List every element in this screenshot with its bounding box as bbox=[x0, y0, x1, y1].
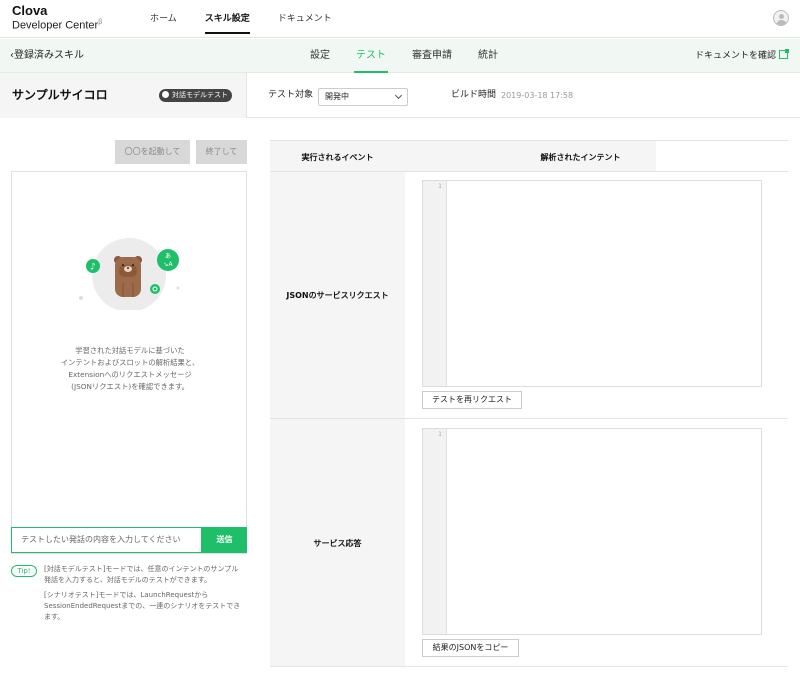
column-header-intent: 解析されたインテント bbox=[540, 153, 621, 162]
tip-line: [シナリオテスト]モードでは、LaunchRequestから bbox=[44, 591, 209, 599]
divider bbox=[270, 140, 788, 141]
documentation-link[interactable]: ドキュメントを確認 bbox=[694, 39, 789, 73]
toggle-knob-icon bbox=[162, 91, 169, 98]
clova-logo[interactable]: Clova Developer Centerβ bbox=[12, 3, 103, 32]
row-label-service-response: サービス応答 bbox=[313, 539, 362, 548]
description-line: 学習された対話モデルに基づいた bbox=[75, 346, 185, 355]
description-line: Extensionへのリクエストメッセージ bbox=[68, 370, 192, 379]
svg-text:あ: あ bbox=[165, 253, 171, 260]
service-request-editor[interactable]: 1 bbox=[422, 180, 762, 387]
tab-list: 設定 テスト 審査申請 統計 bbox=[310, 39, 524, 73]
tip-text-scenario-mode: [シナリオテスト]モードでは、LaunchRequestから SessionEn… bbox=[44, 590, 249, 623]
tip-line: 発話を入力すると、対話モデルのテストができます。 bbox=[44, 576, 212, 584]
column-header-event: 実行されるイベント bbox=[301, 153, 374, 162]
description-line: (JSONリクエスト)を確認できます。 bbox=[71, 382, 189, 391]
divider bbox=[270, 666, 788, 667]
line-number-gutter: 1 bbox=[423, 429, 447, 634]
service-response-editor[interactable]: 1 bbox=[422, 428, 762, 635]
logo-sub-text: Developer Centerβ bbox=[12, 19, 103, 32]
brown-bear-illustration: ♪ あ ↘A bbox=[79, 238, 180, 310]
description-line: インテントおよびスロットの解析結果と、 bbox=[60, 358, 200, 367]
documentation-link-label: ドキュメントを確認 bbox=[694, 51, 776, 61]
svg-text:♪: ♪ bbox=[90, 263, 96, 273]
tip-line: ます。 bbox=[44, 613, 65, 621]
skill-title-panel: サンプルサイコロ 対話モデルテスト bbox=[0, 73, 247, 118]
divider bbox=[270, 418, 788, 419]
event-column-bg bbox=[270, 140, 405, 667]
logo-main-text: Clova bbox=[12, 3, 48, 18]
test-target-select[interactable]: 開発中 bbox=[318, 88, 408, 106]
top-header: Clova Developer Centerβ ホーム スキル設定 ドキュメント bbox=[0, 0, 800, 38]
tab-test[interactable]: テスト bbox=[354, 39, 388, 73]
test-target-label: テスト対象 bbox=[268, 90, 314, 100]
tip-badge: Tip! bbox=[11, 565, 37, 577]
end-button[interactable]: 終了して bbox=[196, 140, 247, 164]
tab-review[interactable]: 審査申請 bbox=[412, 39, 452, 73]
back-link-label: 登録済みスキル bbox=[14, 50, 84, 61]
nav-skill-settings[interactable]: スキル設定 bbox=[204, 0, 250, 38]
sub-nav-bar: ‹登録済みスキル 設定 テスト 審査申請 統計 ドキュメントを確認 bbox=[0, 39, 800, 73]
row-label-service-request: JSONのサービスリクエスト bbox=[286, 291, 389, 300]
utterance-input[interactable]: テストしたい発話の内容を入力してください bbox=[11, 527, 202, 553]
build-time-value: 2019-03-18 17:58 bbox=[501, 91, 574, 100]
chevron-down-icon bbox=[394, 91, 403, 100]
svg-text:↘A: ↘A bbox=[163, 261, 173, 268]
divider bbox=[270, 171, 788, 172]
nav-home[interactable]: ホーム bbox=[150, 0, 177, 38]
global-nav: ホーム スキル設定 ドキュメント bbox=[150, 0, 360, 38]
copy-json-button[interactable]: 結果のJSONをコピー bbox=[422, 639, 519, 657]
tip-line: [対話モデルテスト]モードでは、任意のインテントのサンプル bbox=[44, 565, 239, 573]
tip-line: SessionEndedRequestまでの、一連のシナリオをテストでき bbox=[44, 602, 241, 610]
back-link[interactable]: ‹登録済みスキル bbox=[10, 39, 84, 73]
external-link-icon bbox=[779, 49, 789, 59]
skill-name: サンプルサイコロ bbox=[12, 88, 108, 102]
tab-stats[interactable]: 統計 bbox=[478, 39, 498, 73]
mode-toggle-label: 対話モデルテスト bbox=[172, 91, 228, 99]
nav-documents[interactable]: ドキュメント bbox=[278, 0, 332, 38]
build-time-label: ビルド時間 bbox=[451, 90, 497, 100]
launch-button[interactable]: 〇〇を起動して bbox=[115, 140, 190, 164]
line-number-gutter: 1 bbox=[423, 181, 447, 386]
re-request-button[interactable]: テストを再リクエスト bbox=[422, 391, 522, 409]
user-avatar-icon[interactable] bbox=[773, 10, 789, 26]
tab-settings[interactable]: 設定 bbox=[310, 39, 330, 73]
send-button[interactable]: 送信 bbox=[202, 527, 247, 553]
test-target-value: 開発中 bbox=[325, 92, 349, 101]
tip-text-dialog-mode: [対話モデルテスト]モードでは、任意のインテントのサンプル 発話を入力すると、対… bbox=[44, 564, 249, 586]
chat-description: 学習された対話モデルに基づいた インテントおよびスロットの解析結果と、 Exte… bbox=[30, 345, 230, 393]
mode-toggle[interactable]: 対話モデルテスト bbox=[159, 89, 232, 102]
